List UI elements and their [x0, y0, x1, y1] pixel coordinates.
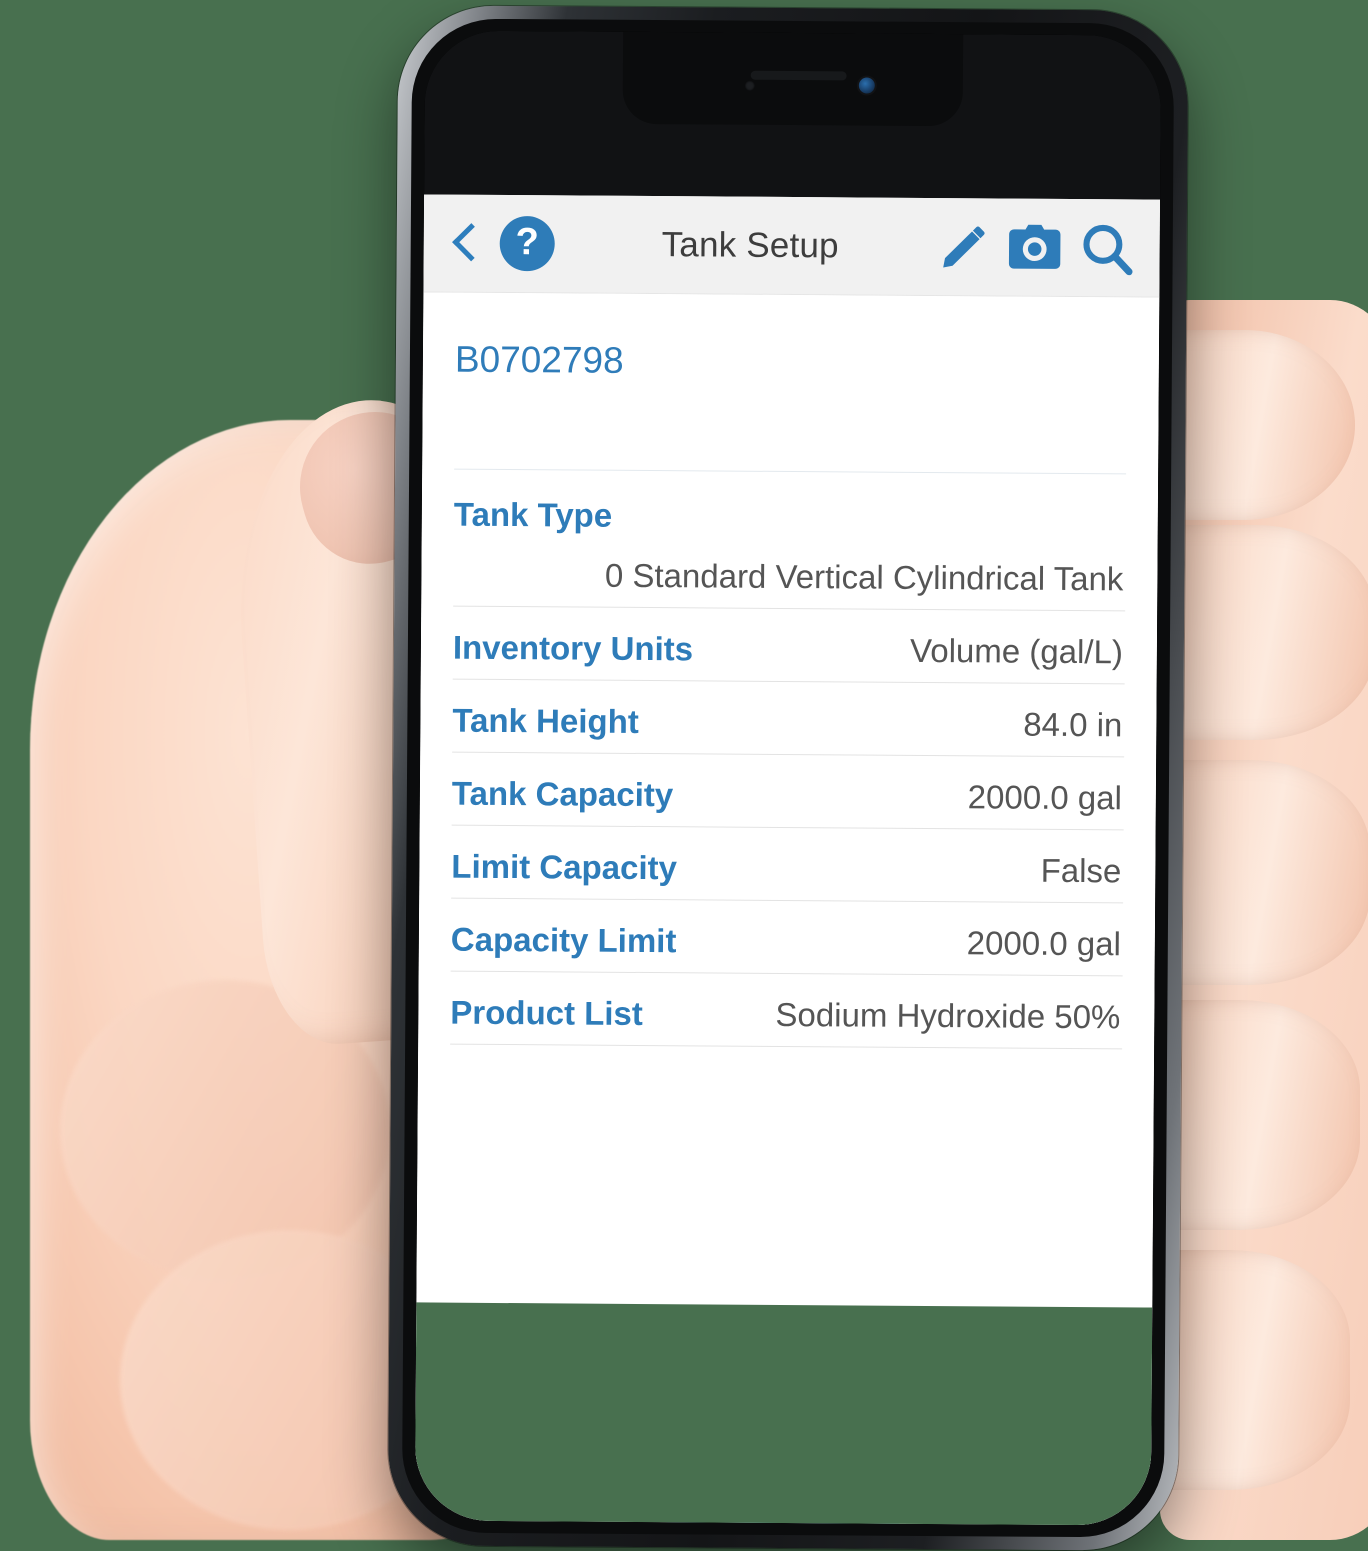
phone-screen: ? Tank Setup B0702798 Tank Type 0 Standa…	[414, 30, 1162, 1526]
field-label-tank-capacity: Tank Capacity	[451, 774, 674, 814]
app-bar-actions	[938, 220, 1134, 275]
field-label-tank-type: Tank Type	[453, 495, 613, 534]
field-limit-capacity[interactable]: Limit Capacity False	[443, 826, 1131, 903]
image-crop-background	[414, 1302, 1153, 1526]
front-camera-icon	[858, 77, 875, 94]
page-title: Tank Setup	[661, 224, 839, 265]
hand-knuckle-upper	[60, 980, 390, 1280]
field-value-tank-capacity: 2000.0 gal	[967, 778, 1122, 817]
app-bar: ? Tank Setup	[423, 194, 1161, 298]
camera-icon[interactable]	[1007, 221, 1063, 273]
field-inventory-units[interactable]: Inventory Units Volume (gal/L)	[445, 607, 1133, 684]
field-tank-height[interactable]: Tank Height 84.0 in	[444, 680, 1132, 757]
field-tank-capacity[interactable]: Tank Capacity 2000.0 gal	[444, 753, 1132, 830]
earpiece-speaker	[750, 70, 847, 81]
field-product-list[interactable]: Product List Sodium Hydroxide 50%	[442, 972, 1130, 1049]
help-icon[interactable]: ?	[499, 215, 555, 272]
setup-form: B0702798 Tank Type 0 Standard Vertical C…	[416, 292, 1160, 1334]
phone-device: ? Tank Setup B0702798 Tank Type 0 Standa…	[387, 5, 1189, 1551]
hand-fingers-mass	[1160, 300, 1368, 1540]
back-icon[interactable]	[452, 221, 478, 265]
field-label-limit-capacity: Limit Capacity	[451, 847, 678, 887]
field-label-product-list: Product List	[450, 993, 643, 1032]
field-value-product-list: Sodium Hydroxide 50%	[775, 995, 1121, 1036]
microphone-icon	[744, 80, 755, 91]
phone-bezel: ? Tank Setup B0702798 Tank Type 0 Standa…	[401, 18, 1175, 1538]
field-value-capacity-limit: 2000.0 gal	[966, 924, 1121, 963]
field-value-limit-capacity: False	[1040, 851, 1122, 890]
field-value-tank-height: 84.0 in	[1023, 705, 1123, 744]
field-label-capacity-limit: Capacity Limit	[450, 920, 677, 960]
field-label-tank-height: Tank Height	[452, 701, 639, 740]
field-value-inventory-units: Volume (gal/L)	[909, 631, 1124, 671]
field-capacity-limit[interactable]: Capacity Limit 2000.0 gal	[443, 899, 1131, 976]
phone-notch	[622, 31, 964, 127]
field-label-inventory-units: Inventory Units	[452, 628, 694, 668]
search-icon[interactable]	[1080, 221, 1134, 275]
tank-id-value[interactable]: B0702798	[447, 293, 1136, 386]
field-value-tank-type: 0 Standard Vertical Cylindrical Tank	[604, 556, 1124, 598]
edit-icon[interactable]	[938, 221, 990, 273]
field-tank-type[interactable]: Tank Type 0 Standard Vertical Cylindrica…	[445, 470, 1134, 611]
